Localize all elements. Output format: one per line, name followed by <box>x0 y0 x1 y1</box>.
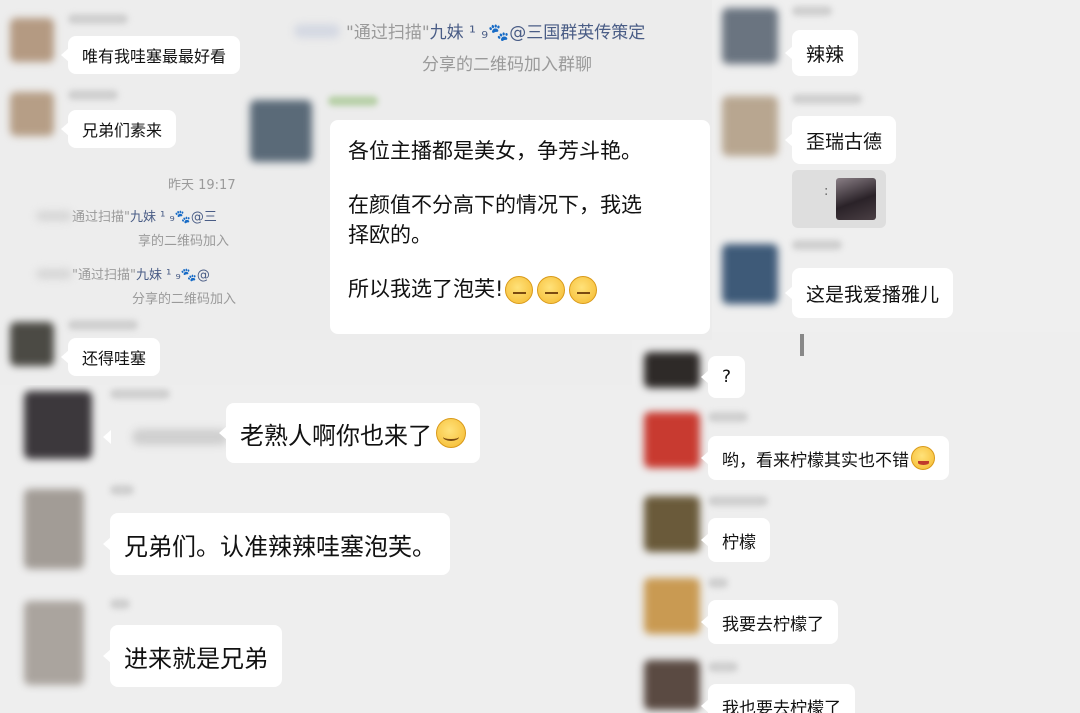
image-message[interactable]: : <box>792 170 886 228</box>
message-bubble[interactable]: 各位主播都是美女，争芳斗艳。 在颜值不分高下的情况下，我选 择欧的。 所以我选了… <box>330 120 710 334</box>
quoted-reply <box>103 409 228 465</box>
scroll-indicator[interactable] <box>800 334 804 356</box>
message-text: 进来就是兄弟 <box>124 644 268 673</box>
message-line: 在颜值不分高下的情况下，我选 <box>348 193 642 217</box>
message-bubble[interactable]: 兄弟们。认准辣辣哇塞泡芙。 <box>103 513 450 575</box>
message-text: 这是我爱播雅儿 <box>806 283 940 306</box>
message-line: 所以我选了泡芙! <box>348 277 504 301</box>
sender-name <box>792 94 862 104</box>
message-text: 辣辣 <box>806 43 845 66</box>
avatar[interactable] <box>24 391 92 459</box>
message-bubble[interactable]: 歪瑞古德 <box>784 116 897 164</box>
message-bubble[interactable]: 唯有我哇塞最最好看 <box>60 36 240 74</box>
heart-eyes-emoji-icon <box>911 446 935 470</box>
smile-emoji-icon <box>436 418 466 448</box>
smirk-emoji-icon <box>569 276 598 304</box>
message-bubble[interactable]: 兄弟们素来 <box>60 110 177 148</box>
message-text: 哟，看来柠檬其实也不错 <box>722 450 909 471</box>
avatar[interactable] <box>250 100 312 162</box>
smirk-emoji-icon <box>537 276 566 304</box>
sender-name <box>708 496 768 506</box>
system-notice-line2: 分享的二维码加入群聊 <box>422 55 592 75</box>
thumbnail-image[interactable] <box>836 178 876 220</box>
left-top-chat-panel: 唯有我哇塞最最好看 兄弟们素来 昨天 19:17 通过扫描"九妹 ¹ ₉🐾@三 … <box>0 0 240 385</box>
sender-name <box>328 96 378 106</box>
sender-name <box>110 389 170 399</box>
avatar[interactable] <box>24 489 84 569</box>
message-bubble[interactable]: 这是我爱播雅儿 <box>784 268 954 318</box>
smirk-emoji-icon <box>505 276 534 304</box>
right-top-chat-panel: 辣辣 歪瑞古德 : 这是我爱播雅儿 <box>712 0 1080 332</box>
message-bubble[interactable]: 我也要去柠檬了 <box>701 684 855 713</box>
message-text: 柠檬 <box>722 532 756 553</box>
message-text: 歪瑞古德 <box>806 130 883 153</box>
avatar[interactable] <box>722 96 778 156</box>
system-notice-line2: 享的二维码加入 <box>138 234 230 249</box>
right-bottom-chat-panel: ? 哟，看来柠檬其实也不错 柠檬 我要去柠檬了 我也要去柠檬了 <box>632 332 1080 713</box>
image-caption: : <box>824 184 829 199</box>
top-center-chat-panel: "通过扫描"九妹 ¹ ₉🐾@三国群英传策定 分享的二维码加入群聊 各位主播都是美… <box>240 0 712 340</box>
message-text: 兄弟们素来 <box>82 121 163 140</box>
avatar[interactable] <box>644 412 700 468</box>
message-bubble[interactable]: 还得哇塞 <box>60 338 161 376</box>
avatar[interactable] <box>644 660 700 710</box>
avatar[interactable] <box>10 92 54 136</box>
left-bottom-chat-panel: 老熟人啊你也来了 兄弟们。认准辣辣哇塞泡芙。 进来就是兄弟 <box>0 385 632 713</box>
timestamp: 昨天 19:17 <box>168 178 236 193</box>
message-text: 我也要去柠檬了 <box>722 698 841 713</box>
message-bubble[interactable]: 我要去柠檬了 <box>701 600 838 644</box>
message-text: ? <box>722 367 732 387</box>
message-bubble[interactable]: 辣辣 <box>784 30 859 76</box>
system-notice: "通过扫描"九妹 ¹ ₉🐾@ <box>36 264 210 283</box>
avatar[interactable] <box>644 352 700 388</box>
message-text: 唯有我哇塞最最好看 <box>82 47 227 66</box>
system-notice: "通过扫描"九妹 ¹ ₉🐾@三国群英传策定 <box>294 18 645 43</box>
message-line: 择欧的。 <box>348 223 432 247</box>
message-line: 各位主播都是美女，争芳斗艳。 <box>348 139 642 163</box>
message-bubble[interactable]: 柠檬 <box>701 518 770 562</box>
message-bubble[interactable]: ? <box>700 356 746 398</box>
sender-name <box>792 6 832 16</box>
sender-name <box>68 320 138 330</box>
avatar[interactable] <box>644 578 700 634</box>
message-text: 还得哇塞 <box>82 349 147 368</box>
avatar[interactable] <box>10 322 54 366</box>
system-notice-line2: 分享的二维码加入 <box>132 292 237 307</box>
message-text: 我要去柠檬了 <box>722 614 824 635</box>
avatar[interactable] <box>722 8 778 64</box>
message-text: 老熟人啊你也来了 <box>240 421 432 450</box>
sender-name <box>708 662 738 672</box>
sender-name <box>110 599 130 609</box>
avatar[interactable] <box>24 601 84 685</box>
message-text: 兄弟们。认准辣辣哇塞泡芙。 <box>124 532 436 561</box>
avatar[interactable] <box>722 244 778 304</box>
sender-name <box>792 240 842 250</box>
sender-name <box>110 485 134 495</box>
sender-name <box>68 14 128 24</box>
message-bubble[interactable]: 进来就是兄弟 <box>103 625 282 687</box>
system-notice: 通过扫描"九妹 ¹ ₉🐾@三 <box>36 206 217 225</box>
sender-name <box>708 412 748 422</box>
sender-name <box>708 578 728 588</box>
message-bubble[interactable]: 哟，看来柠檬其实也不错 <box>701 436 949 480</box>
avatar[interactable] <box>644 496 700 552</box>
message-bubble[interactable]: 老熟人啊你也来了 <box>219 403 480 463</box>
sender-name <box>68 90 118 100</box>
avatar[interactable] <box>10 18 54 62</box>
